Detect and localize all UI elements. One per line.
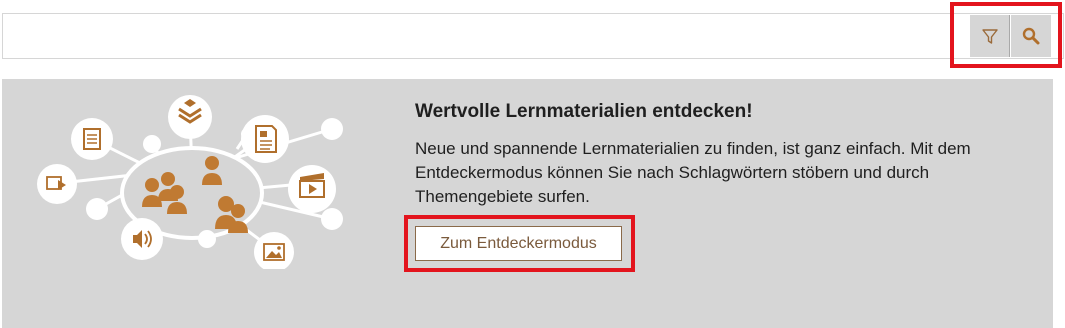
text-page-icon	[241, 115, 289, 163]
discover-panel: Wertvolle Lernmaterialien entdecken! Neu…	[2, 79, 1053, 328]
layers-icon	[168, 95, 212, 139]
document-icon	[71, 118, 113, 160]
filter-button[interactable]	[970, 15, 1010, 57]
discover-title: Wertvolle Lernmaterialien entdecken!	[415, 101, 753, 122]
filter-icon	[981, 29, 998, 44]
search-input[interactable]	[3, 14, 963, 58]
network-illustration	[37, 95, 343, 269]
search-icon	[1022, 27, 1040, 45]
discover-description: Neue und spannende Lernmaterialien zu fi…	[415, 139, 971, 206]
search-button[interactable]	[1011, 15, 1051, 57]
search-bar	[2, 13, 1064, 59]
video-icon	[288, 165, 336, 213]
image-icon	[254, 232, 294, 269]
audio-icon	[121, 218, 163, 260]
media-icon	[37, 164, 77, 204]
discover-mode-button[interactable]: Zum Entdeckermodus	[415, 226, 622, 261]
